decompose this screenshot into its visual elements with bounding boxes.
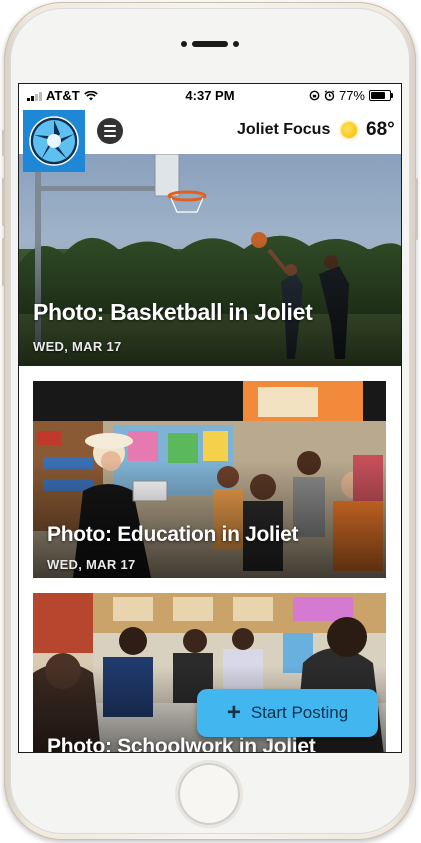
feed-card-basketball[interactable]: Photo: Basketball in Joliet WED, MAR 17 (19, 154, 401, 366)
sun-icon (341, 122, 357, 138)
status-bar: AT&T 4:37 PM 77% (19, 84, 401, 106)
rotation-lock-icon (309, 90, 320, 101)
feed-card-education[interactable]: Photo: Education in Joliet WED, MAR 17 (33, 381, 386, 578)
mute-switch (2, 130, 5, 156)
temperature: 68° (366, 119, 395, 140)
battery-percent: 77% (338, 88, 365, 103)
news-feed: Photo: Basketball in Joliet WED, MAR 17 (19, 154, 401, 752)
card-date: WED, MAR 17 (33, 339, 122, 354)
battery-icon (369, 90, 393, 101)
volume-down-button (2, 238, 5, 286)
earpiece-speaker (178, 40, 242, 48)
plus-icon: + (226, 699, 241, 726)
app-header: Joliet Focus 68° (19, 106, 401, 172)
phone-screen: AT&T 4:37 PM 77% Joliet Focus 68° Photo:… (19, 84, 401, 752)
card-title: Photo: Basketball in Joliet (33, 299, 313, 325)
card-title: Photo: Education in Joliet (47, 523, 299, 546)
power-button (415, 178, 418, 240)
hamburger-menu-icon[interactable] (97, 118, 123, 144)
start-posting-button[interactable]: + Start Posting (197, 689, 378, 737)
volume-up-button (2, 178, 5, 226)
home-button[interactable] (178, 763, 240, 825)
app-title: Joliet Focus (237, 121, 331, 138)
aperture-logo-icon[interactable] (23, 110, 85, 172)
start-posting-label: Start Posting (250, 703, 349, 722)
card-date: WED, MAR 17 (47, 557, 136, 572)
card-title: Photo: Schoolwork in Joliet (47, 735, 316, 752)
alarm-icon (324, 90, 335, 101)
